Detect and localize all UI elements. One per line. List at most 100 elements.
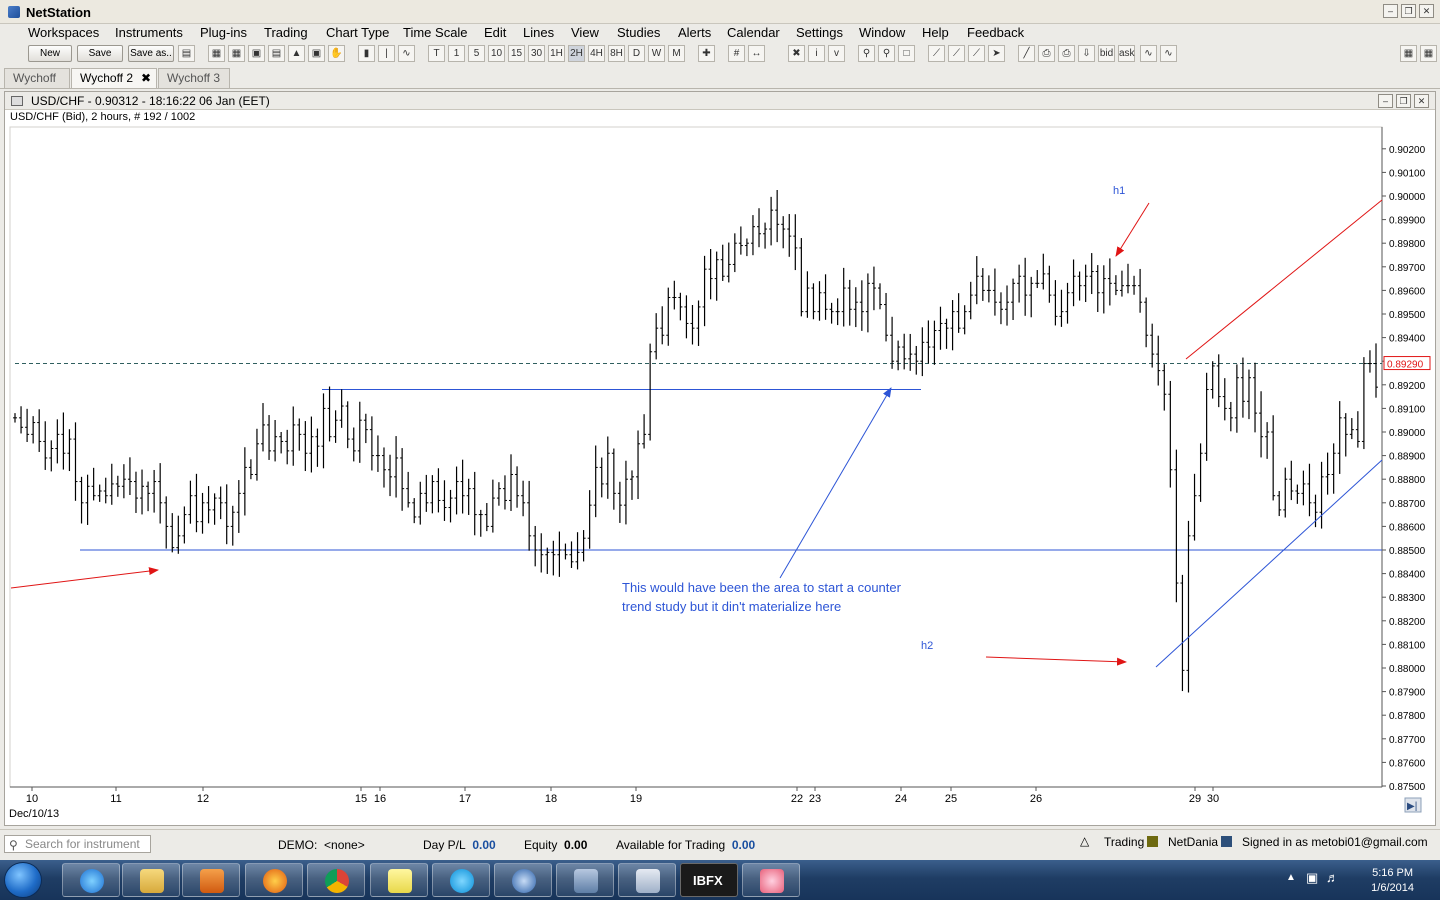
menu-time-scale[interactable]: Time Scale xyxy=(403,25,468,40)
tab-wychoff[interactable]: Wychoff xyxy=(4,68,70,88)
taskbar-media[interactable] xyxy=(182,863,240,897)
menu-instruments[interactable]: Instruments xyxy=(115,25,183,40)
menu-workspaces[interactable]: Workspaces xyxy=(28,25,99,40)
ohlc-bar-icon[interactable]: | xyxy=(378,45,395,62)
trendline-icon[interactable]: ⟋ xyxy=(928,45,945,62)
taskbar-notes[interactable] xyxy=(370,863,428,897)
day-pl-value: 0.00 xyxy=(472,838,496,852)
save-as-button[interactable]: Save as.. xyxy=(128,45,174,62)
start-button[interactable] xyxy=(4,862,42,898)
taskbar-chrome[interactable] xyxy=(307,863,365,897)
minimize-icon[interactable]: – xyxy=(1383,4,1398,18)
tf-5[interactable]: 5 xyxy=(468,45,485,62)
grid-icon[interactable]: ▦ xyxy=(228,45,245,62)
instrument-search-input[interactable]: ⚲ Search for instrument xyxy=(4,835,151,853)
taskbar-explorer[interactable] xyxy=(122,863,180,897)
export-icon[interactable]: ⇩ xyxy=(1078,45,1095,62)
y-tick-label: 0.90100 xyxy=(1389,168,1426,179)
close-icon[interactable]: ✕ xyxy=(1419,4,1434,18)
menu-help[interactable]: Help xyxy=(922,25,949,40)
trading-status: Trading xyxy=(1104,835,1159,849)
tf-4h[interactable]: 4H xyxy=(588,45,605,62)
tf-30[interactable]: 30 xyxy=(528,45,545,62)
volume-icon[interactable]: v xyxy=(828,45,845,62)
candlestick-icon[interactable]: ▮ xyxy=(358,45,375,62)
taskbar-ie[interactable] xyxy=(62,863,120,897)
fibonacci-icon[interactable]: ⟋ xyxy=(968,45,985,62)
tf-t[interactable]: T xyxy=(428,45,445,62)
scroll-icon[interactable]: ↔ xyxy=(748,45,765,62)
panel-toggle-icon[interactable]: ▦ xyxy=(1400,45,1417,62)
taskbar-app[interactable] xyxy=(742,863,800,897)
picture-icon[interactable]: ▣ xyxy=(248,45,265,62)
tab-label: Wychoff 3 xyxy=(167,71,221,85)
menu-view[interactable]: View xyxy=(571,25,599,40)
bell-status-icon[interactable]: △ xyxy=(1080,834,1089,848)
menu-calendar[interactable]: Calendar xyxy=(727,25,780,40)
new-button[interactable]: New xyxy=(28,45,72,62)
menu-studies[interactable]: Studies xyxy=(617,25,660,40)
zoom-in-icon[interactable]: ⚲ xyxy=(858,45,875,62)
tf-d[interactable]: D xyxy=(628,45,645,62)
tf-2h[interactable]: 2H xyxy=(568,45,585,62)
menu-alerts[interactable]: Alerts xyxy=(678,25,711,40)
volume-tray-icon[interactable]: ♬ xyxy=(1326,870,1339,885)
save-button[interactable]: Save xyxy=(77,45,123,62)
panel-toggle2-icon[interactable]: ▦ xyxy=(1420,45,1437,62)
tf-1h[interactable]: 1H xyxy=(548,45,565,62)
taskbar-thunderbird[interactable] xyxy=(494,863,552,897)
y-tick-label: 0.89600 xyxy=(1389,286,1426,297)
menu-window[interactable]: Window xyxy=(859,25,905,40)
cursor-icon[interactable]: ➤ xyxy=(988,45,1005,62)
ask-button[interactable]: ask xyxy=(1118,45,1135,62)
tf-10[interactable]: 10 xyxy=(488,45,505,62)
network-icon[interactable]: ▣ xyxy=(1306,870,1318,886)
zoom-reset-icon[interactable]: □ xyxy=(898,45,915,62)
grid-lines-icon[interactable]: # xyxy=(728,45,745,62)
restore-icon[interactable]: ❐ xyxy=(1401,4,1416,18)
tf-1[interactable]: 1 xyxy=(448,45,465,62)
clock[interactable]: 5:16 PM 1/6/2014 xyxy=(1371,866,1414,896)
hand-icon[interactable]: ✋ xyxy=(328,45,345,62)
price-chart[interactable]: 0.90200 0.90100 0.90000 0.89900 0.89800 0.897… xyxy=(5,92,1435,825)
taskbar-skype[interactable] xyxy=(432,863,490,897)
menu-lines[interactable]: Lines xyxy=(523,25,554,40)
menu-chart-type[interactable]: Chart Type xyxy=(326,25,389,40)
taskbar-calculator[interactable] xyxy=(618,863,676,897)
line-chart-icon[interactable]: ∿ xyxy=(398,45,415,62)
info-icon[interactable]: i xyxy=(808,45,825,62)
draw-line-icon[interactable]: ╱ xyxy=(1018,45,1035,62)
taskbar-firefox[interactable] xyxy=(245,863,303,897)
taskbar-netstation[interactable] xyxy=(556,863,614,897)
crosshair-icon[interactable]: ✚ xyxy=(698,45,715,62)
menu-settings[interactable]: Settings xyxy=(796,25,843,40)
menu-edit[interactable]: Edit xyxy=(484,25,506,40)
x-tick-label: 10 xyxy=(26,793,38,805)
print-preview-icon[interactable]: ⎙ xyxy=(1058,45,1075,62)
demo-label: DEMO: xyxy=(278,838,318,852)
bid-button[interactable]: bid xyxy=(1098,45,1115,62)
tf-8h[interactable]: 8H xyxy=(608,45,625,62)
window-icon[interactable]: ▣ xyxy=(308,45,325,62)
taskbar-ibfx[interactable]: IBFX xyxy=(680,863,738,897)
indicator-icon[interactable]: ∿ xyxy=(1140,45,1157,62)
bell-icon[interactable]: ▲ xyxy=(288,45,305,62)
tab-wychoff-2[interactable]: Wychoff 2 ✖ xyxy=(71,68,157,88)
indicator2-icon[interactable]: ∿ xyxy=(1160,45,1177,62)
table-icon[interactable]: ▤ xyxy=(268,45,285,62)
window-tile-icon[interactable]: ▦ xyxy=(208,45,225,62)
tray-expand-icon[interactable]: ▲ xyxy=(1286,872,1296,883)
layout-icon[interactable]: ▤ xyxy=(178,45,195,62)
print-icon[interactable]: ⎙ xyxy=(1038,45,1055,62)
tab-wychoff-3[interactable]: Wychoff 3 xyxy=(158,68,230,88)
tf-15[interactable]: 15 xyxy=(508,45,525,62)
menu-trading[interactable]: Trading xyxy=(264,25,308,40)
delete-icon[interactable]: ✖ xyxy=(788,45,805,62)
channel-icon[interactable]: ⟋ xyxy=(948,45,965,62)
menu-feedback[interactable]: Feedback xyxy=(967,25,1024,40)
zoom-out-icon[interactable]: ⚲ xyxy=(878,45,895,62)
menu-plugins[interactable]: Plug-ins xyxy=(200,25,247,40)
tf-m[interactable]: M xyxy=(668,45,685,62)
tf-w[interactable]: W xyxy=(648,45,665,62)
close-tab-icon[interactable]: ✖ xyxy=(141,69,151,88)
